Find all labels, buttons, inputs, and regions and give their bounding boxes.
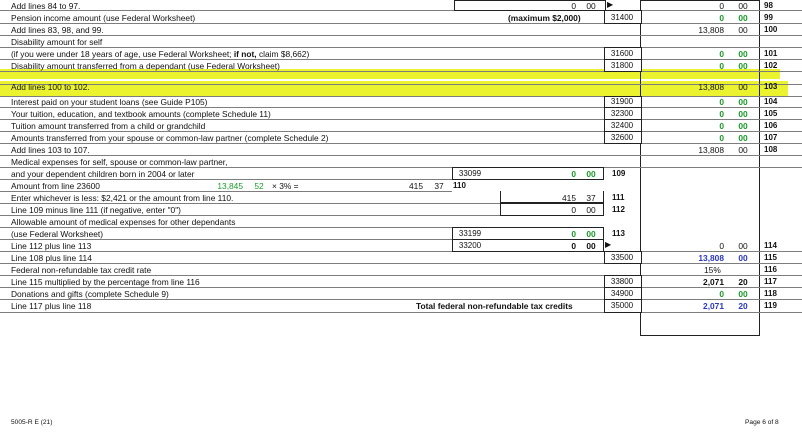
row-line-103: Add lines 100 to 102. 13,808 00 103 [0, 71, 802, 92]
row-line-99: Pension income amount (use Federal Works… [0, 10, 802, 24]
row-line-119: Line 117 plus line 118 Total federal non… [0, 299, 802, 313]
arrow-icon: ▶ [607, 0, 614, 9]
form-number: 5005-R E (21) [11, 419, 53, 426]
arrow-icon: ▶ [605, 240, 612, 249]
total-credits-label: Total federal non-refundable tax credits [416, 301, 573, 311]
page-number: Page 6 of 8 [745, 419, 779, 426]
